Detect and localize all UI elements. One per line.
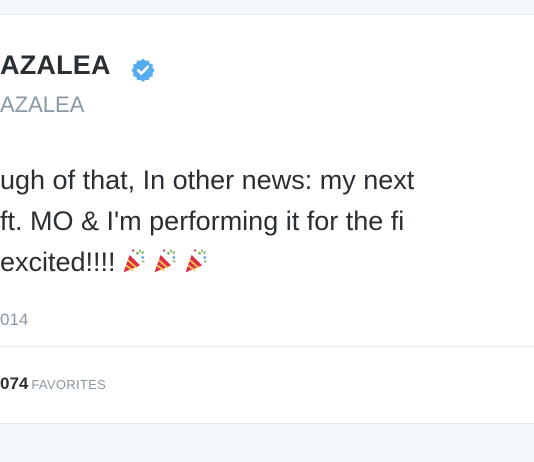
party-popper-icon — [154, 249, 176, 273]
party-popper-icon — [185, 249, 207, 273]
user-handle[interactable]: AZALEA — [0, 92, 84, 118]
tweet-page: AZALEA AZALEA ugh of that, In other news… — [0, 0, 534, 462]
party-popper-icon — [123, 249, 145, 273]
favorites-count: 074 — [0, 374, 29, 393]
favorites-label: FAVORITES — [31, 377, 107, 392]
tweet-line-2: ft. MO & I'm performing it for the fi — [0, 206, 405, 236]
favorites-stat[interactable]: 074 FAVORITES — [0, 374, 106, 394]
stats-divider — [0, 346, 534, 347]
verified-badge-icon — [131, 58, 155, 83]
tweet-text: ugh of that, In other news: my next ft. … — [0, 160, 414, 283]
tweet-line-1: ugh of that, In other news: my next — [0, 165, 415, 195]
emoji-group — [120, 246, 213, 287]
tweet-timestamp[interactable]: 014 — [0, 310, 28, 330]
tweet-line-3-text: excited!!!! — [0, 247, 116, 277]
tweet-line-3: excited!!!! — [0, 242, 414, 283]
display-name[interactable]: AZALEA — [0, 50, 111, 81]
